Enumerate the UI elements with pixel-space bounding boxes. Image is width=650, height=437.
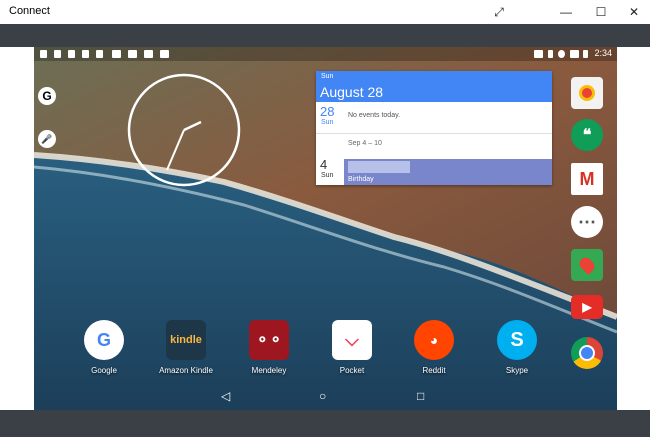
app-google[interactable]: G Google <box>71 320 137 375</box>
chrome-icon[interactable] <box>571 337 603 369</box>
no-events-text: No events today. <box>348 112 401 119</box>
calendar-day-row[interactable]: 28 Sun No events today. <box>316 102 552 133</box>
app-label: Amazon Kindle <box>159 366 213 375</box>
mail-icon <box>160 50 169 58</box>
back-button[interactable]: ◁ <box>221 389 230 403</box>
hangouts-icon[interactable]: ❝ <box>571 119 603 151</box>
notification-icon <box>96 50 103 58</box>
calendar-header-date: August 28 <box>320 84 384 100</box>
battery-icon <box>583 50 588 58</box>
mail-icon <box>128 50 137 58</box>
app-label: Skype <box>505 366 529 375</box>
recents-button[interactable]: □ <box>417 389 424 403</box>
kindle-icon: kindle <box>166 320 206 360</box>
google-app-icon: G <box>84 320 124 360</box>
app-pocket[interactable]: ⌵ Pocket <box>319 320 385 375</box>
skype-icon: S <box>497 320 537 360</box>
app-label: Pocket <box>339 366 365 375</box>
wifi-icon <box>570 50 579 58</box>
calendar-header: Sun August 28 <box>316 71 552 102</box>
app-reddit[interactable]: ◕ Reddit <box>401 320 467 375</box>
close-button[interactable]: ✕ <box>624 0 644 24</box>
day-of-week: Sun <box>321 119 334 126</box>
minute-hand <box>166 129 185 171</box>
title-bar: Connect ⤢ — ☐ ✕ <box>0 0 650 24</box>
camera-icon[interactable] <box>571 77 603 109</box>
event-label: Birthday <box>348 176 374 183</box>
week-range: Sep 4 – 10 <box>348 140 382 147</box>
bluetooth-icon <box>548 50 553 58</box>
google-search-icon[interactable]: G <box>38 87 56 105</box>
calendar-header-day: Sun <box>321 73 334 80</box>
youtube-icon[interactable]: ▶ <box>571 295 603 319</box>
status-bar: 2:34 <box>34 47 617 61</box>
day-number: 4 <box>320 157 328 172</box>
notification-icon <box>82 50 89 58</box>
app-skype[interactable]: S Skype <box>484 320 550 375</box>
app-mendeley[interactable]: ⚬⚬ Mendeley <box>236 320 302 375</box>
app-label: Mendeley <box>251 366 287 375</box>
microphone-icon[interactable]: 🎤 <box>38 130 56 148</box>
notification-icon <box>40 50 47 58</box>
week-range-row: Sep 4 – 10 <box>316 134 552 154</box>
app-drawer-icon[interactable]: ⋯ <box>571 206 603 238</box>
notification-icon <box>68 50 75 58</box>
window-title: Connect <box>9 5 50 17</box>
notification-icon <box>112 50 121 58</box>
pocket-icon: ⌵ <box>332 320 372 360</box>
maximize-button[interactable]: ☐ <box>591 0 611 24</box>
analog-clock[interactable] <box>126 72 242 188</box>
do-not-disturb-icon <box>558 50 565 58</box>
app-label: Reddit <box>422 366 446 375</box>
hour-hand <box>183 120 202 132</box>
top-frame-bar <box>0 24 650 47</box>
home-button[interactable]: ○ <box>319 389 326 403</box>
event-title-redacted <box>348 161 410 173</box>
day-number: 28 <box>320 104 335 119</box>
mail-icon <box>144 50 153 58</box>
expand-button[interactable]: ⤢ <box>489 0 509 24</box>
day-of-week: Sun <box>321 172 334 179</box>
reddit-icon: ◕ <box>414 320 454 360</box>
status-time: 2:34 <box>594 48 612 58</box>
android-screen[interactable]: 2:34 G 🎤 Sun August 28 28 Sun No events … <box>34 47 617 410</box>
gmail-icon[interactable]: M <box>571 163 603 195</box>
calendar-widget[interactable]: Sun August 28 28 Sun No events today. Se… <box>316 71 552 185</box>
bottom-frame-bar <box>0 410 650 437</box>
notification-icon <box>54 50 61 58</box>
cast-icon <box>534 50 543 58</box>
minimize-button[interactable]: — <box>556 0 576 24</box>
event-chip[interactable]: Birthday <box>344 159 552 185</box>
calendar-day-row[interactable]: 4 Sun Birthday <box>316 156 552 185</box>
mendeley-icon: ⚬⚬ <box>249 320 289 360</box>
maps-icon[interactable] <box>571 249 603 281</box>
app-kindle[interactable]: kindle Amazon Kindle <box>153 320 219 375</box>
app-label: Google <box>91 366 117 375</box>
